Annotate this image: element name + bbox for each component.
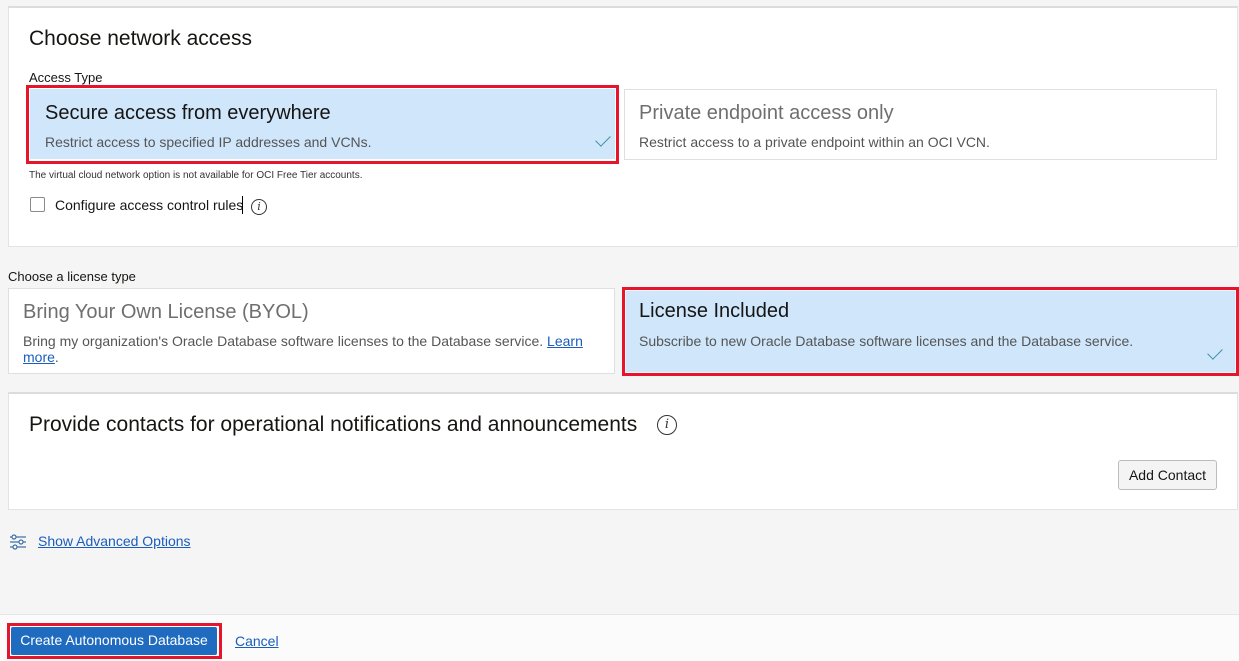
contacts-title: Provide contacts for operational notific…	[29, 413, 638, 436]
cancel-link[interactable]: Cancel	[235, 633, 279, 649]
learn-more-link-cont[interactable]: more	[23, 349, 55, 365]
learn-more-link[interactable]: Learn	[547, 333, 583, 349]
option-title: License Included	[639, 300, 790, 322]
access-type-label: Access Type	[29, 70, 103, 85]
option-title: Private endpoint access only	[639, 102, 894, 124]
option-title: Bring Your Own License (BYOL)	[23, 301, 309, 323]
byol-option[interactable]: Bring Your Own License (BYOL) Bring my o…	[8, 288, 615, 374]
option-title: Secure access from everywhere	[45, 102, 331, 124]
option-description: Restrict access to a private endpoint wi…	[639, 134, 990, 150]
acl-checkbox[interactable]	[30, 197, 45, 212]
checkmark-icon	[1207, 344, 1223, 360]
create-autonomous-database-button[interactable]: Create Autonomous Database	[11, 627, 217, 655]
info-icon[interactable]: i	[251, 199, 267, 215]
info-icon[interactable]: i	[657, 415, 677, 435]
show-advanced-options-link[interactable]: Show Advanced Options	[38, 533, 191, 549]
private-endpoint-option[interactable]: Private endpoint access only Restrict ac…	[624, 89, 1217, 160]
secure-access-everywhere-option[interactable]: Secure access from everywhere Restrict a…	[30, 89, 615, 159]
network-access-title: Choose network access	[29, 27, 252, 50]
option-description: Subscribe to new Oracle Database softwar…	[639, 333, 1134, 349]
license-type-label: Choose a license type	[8, 269, 136, 284]
free-tier-note: The virtual cloud network option is not …	[29, 170, 363, 181]
contacts-panel	[8, 392, 1238, 510]
sliders-icon[interactable]	[9, 533, 27, 551]
checkmark-icon	[595, 131, 611, 147]
option-description: Bring my organization's Oracle Database …	[23, 333, 603, 365]
text-cursor	[242, 196, 243, 214]
period: .	[54, 349, 59, 365]
add-contact-button[interactable]: Add Contact	[1118, 460, 1217, 490]
byol-description-text: Bring my organization's Oracle Database …	[23, 333, 544, 349]
option-description: Restrict access to specified IP addresse…	[45, 134, 372, 150]
acl-checkbox-label: Configure access control rules	[55, 197, 244, 213]
license-included-option[interactable]: License Included Subscribe to new Oracle…	[626, 291, 1235, 372]
